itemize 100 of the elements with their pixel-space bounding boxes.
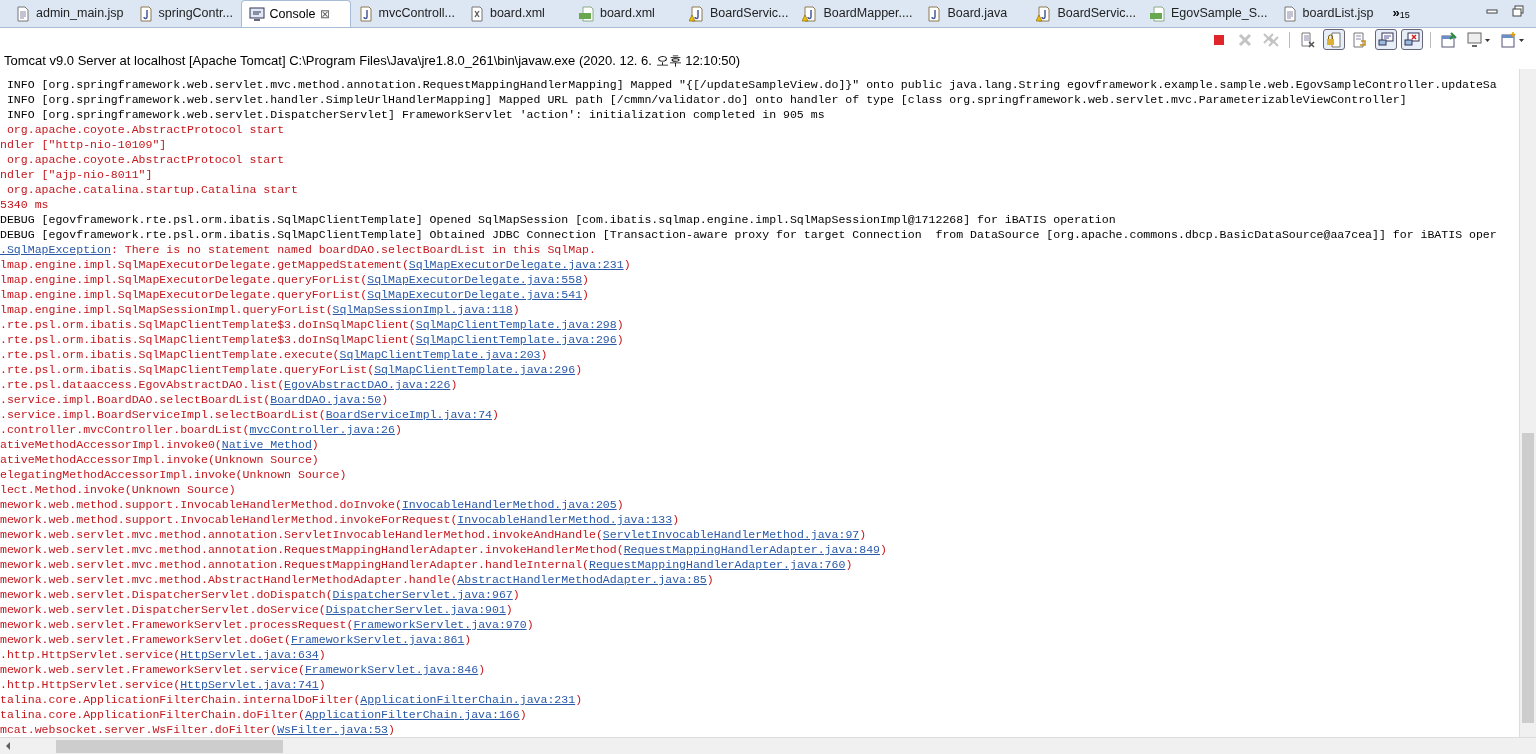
closing-paren: ) [512, 587, 520, 602]
console-line: mework.web.servlet.FrameworkServlet.doGet( [0, 632, 292, 647]
editor-tab[interactable]: Console ⊠ [240, 0, 351, 27]
restore-icon[interactable] [1512, 5, 1524, 17]
editor-tab[interactable]: EgovSample_S... [1142, 0, 1275, 27]
source-link[interactable]: InvocableHandlerMethod.java:133 [457, 512, 673, 527]
source-link[interactable]: SqlMapExecutorDelegate.java:231 [408, 257, 624, 272]
editor-tab[interactable]: boardList.jsp [1274, 0, 1385, 27]
console-line: ativeMethodAccessorImpl.invoke(Unknown Source) [0, 452, 319, 467]
console-line: INFO [org.springframework.web.servlet.mvc.method.annotation.RequestMappingHandlerMapping] Mapped "{[/updateSampleView.do]}" onto public java.lang.String egovframework.example.sample.web.EgovSampleController.updateSa [5, 77, 1497, 92]
console-title: Tomcat v9.0 Server at localhost [Apache Tomcat] C:\Program Files\Java\jre1.8.0_261\bin\javaw.exe (2020. 12. 6. 오후 12:10:50) [3, 53, 742, 69]
xml-file-icon [468, 5, 485, 22]
close-icon[interactable]: ⊠ [320, 5, 331, 23]
closing-paren: ) [519, 707, 527, 722]
source-link[interactable]: HttpServlet.java:634 [180, 647, 319, 662]
map-file-icon [578, 5, 595, 22]
console-line: .controller.mvcController.boardList( [0, 422, 250, 437]
toolbar-button[interactable] [1401, 29, 1423, 50]
source-link[interactable]: SqlMapExecutorDelegate.java:558 [367, 272, 583, 287]
scrollbar-thumb[interactable] [1522, 433, 1534, 723]
new-window-icon [1501, 31, 1525, 48]
source-link[interactable]: FrameworkServlet.java:970 [353, 617, 527, 632]
source-link[interactable]: WsFilter.java:53 [277, 722, 389, 737]
source-link[interactable]: SqlMapClientTemplate.java:296 [374, 362, 576, 377]
console-line: .http.HttpServlet.service( [0, 647, 181, 662]
console-line: INFO [org.springframework.web.servlet.handler.SimpleUrlHandlerMapping] Mapped URL path [/cmmn/validator.do] onto handler of type [class org.springframework.web.servlet.mvc.ParameterizableViewController] [5, 92, 1407, 107]
source-link[interactable]: DispatcherServlet.java:901 [325, 602, 506, 617]
closing-paren: ) [381, 392, 389, 407]
editor-tab[interactable]: mvcControll... [350, 0, 462, 27]
console-line: mework.web.servlet.mvc.method.annotation.RequestMappingHandlerAdapter.invokeHandlerMethod( [0, 542, 624, 557]
toolbar-button[interactable] [1375, 29, 1397, 50]
tab-label: mvcControll... [378, 5, 455, 23]
source-link[interactable]: AbstractHandlerMethodAdapter.java:85 [457, 572, 707, 587]
closing-paren: ) [395, 422, 402, 437]
source-link[interactable]: HttpServlet.java:741 [180, 677, 319, 692]
source-link[interactable]: SqlMapSessionImpl.java:118 [332, 302, 513, 317]
source-link[interactable]: InvocableHandlerMethod.java:205 [401, 497, 617, 512]
editor-tab[interactable]: board.xml [571, 0, 682, 27]
console-line: lmap.engine.impl.SqlMapExecutorDelegate.queryForList( [0, 287, 368, 302]
source-link[interactable]: BoardDAO.java:50 [270, 392, 382, 407]
closing-paren: ) [706, 572, 714, 587]
source-link[interactable]: FrameworkServlet.java:846 [304, 662, 479, 677]
console-line: org.apache.coyote.AbstractProtocol start [5, 152, 285, 167]
console-line: mework.web.method.support.InvocableHandlerMethod.invokeForRequest( [0, 512, 458, 527]
source-link[interactable]: SqlMapClientTemplate.java:298 [415, 317, 617, 332]
editor-tab[interactable]: board.xml [461, 0, 572, 27]
console-line: .service.impl.BoardServiceImpl.selectBoardList( [0, 407, 326, 422]
tab-label: BoardServic... [1057, 5, 1136, 23]
console-line: : There is no statement named boardDAO.selectBoardList in this SqlMap. [110, 242, 596, 257]
console-line: .rte.psl.dataaccess.EgovAbstractDAO.list( [0, 377, 285, 392]
source-link[interactable]: EgovAbstractDAO.java:226 [284, 377, 451, 392]
console-line: lmap.engine.impl.SqlMapExecutorDelegate.queryForList( [0, 272, 368, 287]
console-line: mework.web.servlet.FrameworkServlet.processRequest( [0, 617, 354, 632]
editor-tab[interactable]: Board.java [919, 0, 1030, 27]
console-line: DEBUG [egovframework.rte.psl.orm.ibatis.SqlMapClientTemplate] Obtained JDBC Connection [Transaction-aware proxy for target Connection from DataSource [org.apache.commons.dbcp.BasicDataSource@aa7cea]] for iBATIS oper [0, 227, 1497, 242]
closing-paren: ) [880, 542, 887, 557]
closing-paren: ) [492, 407, 499, 422]
console-line: elegatingMethodAccessorImpl.invoke(Unknown Source) [0, 467, 347, 482]
toolbar-button[interactable] [1323, 29, 1345, 50]
closing-paren: ) [450, 377, 458, 392]
source-link[interactable]: RequestMappingHandlerAdapter.java:760 [589, 557, 846, 572]
java-file-icon [137, 5, 154, 22]
source-link[interactable]: BoardServiceImpl.java:74 [325, 407, 492, 422]
console-line: INFO [org.springframework.web.servlet.DispatcherServlet] FrameworkServlet 'action': initialization completed in 905 ms [5, 107, 825, 122]
document-icon [1281, 5, 1298, 22]
lock-document-icon [1326, 31, 1342, 48]
horizontal-scrollbar[interactable] [0, 737, 1536, 754]
closing-paren: ) [623, 257, 631, 272]
closing-paren: ) [512, 302, 520, 317]
console-line: lmap.engine.impl.SqlMapExecutorDelegate.getMappedStatement( [0, 257, 409, 272]
vertical-scrollbar[interactable] [1519, 69, 1536, 737]
source-link[interactable]: ApplicationFilterChain.java:231 [360, 692, 576, 707]
editor-tab[interactable]: BoardServic... [681, 0, 796, 27]
scrollbar-thumb[interactable] [56, 739, 283, 753]
double-close-icon [1263, 31, 1279, 48]
editor-tab[interactable]: springContr... [130, 0, 241, 27]
console-line: mework.web.servlet.DispatcherServlet.doService( [0, 602, 326, 617]
console-line: .rte.psl.orm.ibatis.SqlMapClientTemplate$3.doInSqlMapClient( [0, 317, 416, 332]
editor-tab[interactable]: BoardServic... [1029, 0, 1143, 27]
tab-label: Board.java [947, 5, 1008, 23]
source-link[interactable]: ServletInvocableHandlerMethod.java:97 [602, 527, 860, 542]
console-line: .service.impl.BoardDAO.selectBoardList( [0, 392, 271, 407]
editor-tab[interactable]: BoardMapper.... [795, 0, 920, 27]
editor-tab[interactable]: admin_main.jsp [8, 0, 131, 27]
source-link[interactable]: FrameworkServlet.java:861 [291, 632, 465, 647]
console-line: org.apache.coyote.AbstractProtocol start [5, 122, 285, 137]
source-link[interactable]: mvcController.java:26 [249, 422, 395, 437]
console-line: mework.web.method.support.InvocableHandlerMethod.doInvoke( [0, 497, 402, 512]
source-link[interactable]: .SqlMapException [0, 242, 111, 257]
source-link[interactable]: ApplicationFilterChain.java:166 [304, 707, 520, 722]
console-line: talina.core.ApplicationFilterChain.doFilter( [0, 707, 305, 722]
more-tabs-button[interactable]: »15 [1392, 3, 1410, 27]
source-link[interactable]: DispatcherServlet.java:967 [332, 587, 513, 602]
source-link[interactable]: SqlMapClientTemplate.java:296 [415, 332, 617, 347]
clear-document-icon [1300, 31, 1316, 48]
source-link[interactable]: SqlMapClientTemplate.java:203 [339, 347, 541, 362]
source-link[interactable]: Native Method [221, 437, 312, 452]
source-link[interactable]: SqlMapExecutorDelegate.java:541 [367, 287, 583, 302]
console-line: mework.web.servlet.DispatcherServlet.doDispatch( [0, 587, 333, 602]
source-link[interactable]: RequestMappingHandlerAdapter.java:849 [623, 542, 881, 557]
